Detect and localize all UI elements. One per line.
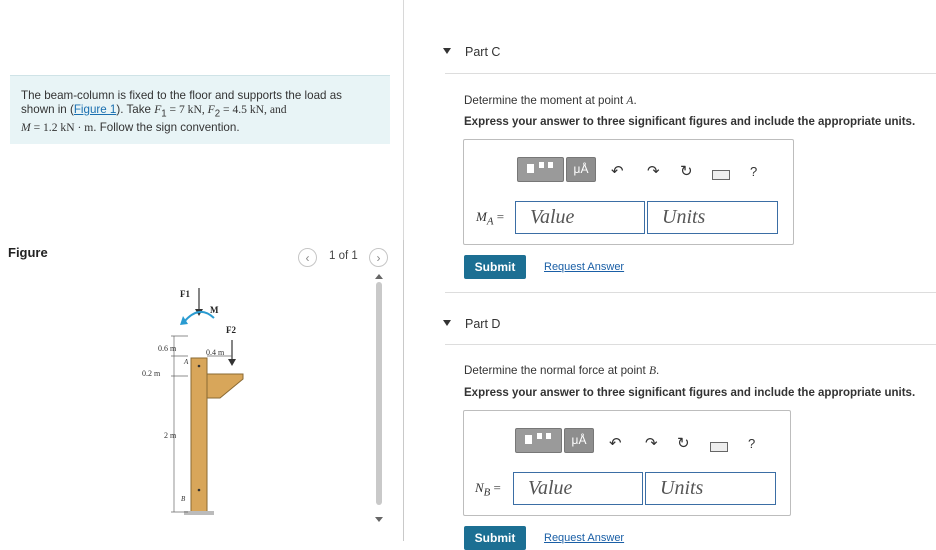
units-symbols-button[interactable]: μÅ [566,157,596,182]
part-d-title: Part D [465,317,501,331]
beam-column-figure: F1 M F2 0.6 m 0.4 m A 0.2 m 2 m B [142,288,244,515]
scroll-down-icon[interactable] [375,517,383,522]
chevron-left-icon: ‹ [305,251,310,265]
undo-icon[interactable]: ↶ [609,434,622,452]
f2-arrow [228,359,236,366]
collapse-part-c-icon[interactable] [443,48,451,54]
help-icon[interactable]: ? [748,436,755,451]
f1-value: = 7 kN, [166,103,208,116]
templates-button[interactable] [515,428,562,453]
part-d-question: Determine the normal force at point B. [464,364,660,377]
undo-icon[interactable]: ↶ [611,162,624,180]
part-d-units-input[interactable]: Units [645,472,776,505]
m-value: = 1.2 kN · m [30,121,94,135]
chevron-right-icon: › [376,251,381,265]
part-c-title: Part C [465,45,501,59]
figure-title: Figure [8,245,48,260]
part-c-instruction: Express your answer to three significant… [464,116,916,128]
f2-value: = 4.5 kN, and [220,103,287,116]
part-d-instruction: Express your answer to three significant… [464,387,916,399]
problem-text: shown in ( [21,103,74,116]
fraction-icon [527,162,553,173]
point-a-label: A [183,358,189,366]
m-a-label: MA = [476,209,505,228]
f1-label: F1 [180,289,190,299]
part-c-request-answer-link[interactable]: Request Answer [544,261,624,273]
floor-base [184,511,214,515]
next-figure-button[interactable]: › [369,248,388,267]
scroll-up-icon[interactable] [375,274,383,279]
problem-line-1: The beam-column is fixed to the floor an… [21,89,342,102]
fraction-icon [525,433,551,444]
units-symbols-button[interactable]: μÅ [564,428,594,453]
figure-scrollbar[interactable] [376,282,382,505]
part-d-value-input[interactable]: Value [513,472,643,505]
divider [445,73,936,74]
part-c-value-input[interactable]: Value [515,201,645,234]
reset-icon[interactable]: ↻ [677,434,690,452]
reset-icon[interactable]: ↻ [680,162,693,180]
f2-symbol: F [207,103,215,116]
n-b-label: NB = [475,480,501,499]
problem-line-3: . Follow the sign convention. [93,121,240,135]
dim-0-4m: 0.4 m [206,348,225,357]
part-d-request-answer-link[interactable]: Request Answer [544,532,624,544]
dim-2m: 2 m [164,431,177,440]
figure-link[interactable]: Figure 1 [74,103,117,116]
problem-statement: The beam-column is fixed to the floor an… [10,75,390,144]
part-c-submit-button[interactable]: Submit [464,255,526,279]
problem-text: ). Take [116,103,155,116]
templates-button[interactable] [517,157,564,182]
m-symbol: M [21,121,31,135]
figure-pager: 1 of 1 [329,250,358,262]
m-label: M [210,305,219,315]
help-icon[interactable]: ? [750,164,757,179]
redo-icon[interactable]: ↷ [647,162,660,180]
keyboard-icon[interactable] [710,442,728,452]
prev-figure-button[interactable]: ‹ [298,248,317,267]
collapse-part-d-icon[interactable] [443,320,451,326]
dim-0-6m: 0.6 m [158,344,177,353]
part-c-units-input[interactable]: Units [647,201,778,234]
keyboard-icon[interactable] [712,170,730,180]
f2-label: F2 [226,325,236,335]
redo-icon[interactable]: ↷ [645,434,658,452]
divider [445,344,936,345]
dim-0-2m: 0.2 m [142,369,161,378]
bracket [206,373,244,399]
divider [445,292,936,293]
point-b-label: B [181,495,186,503]
column-divider-lower [403,240,404,541]
part-c-question: Determine the moment at point A. [464,94,637,107]
part-d-submit-button[interactable]: Submit [464,526,526,550]
